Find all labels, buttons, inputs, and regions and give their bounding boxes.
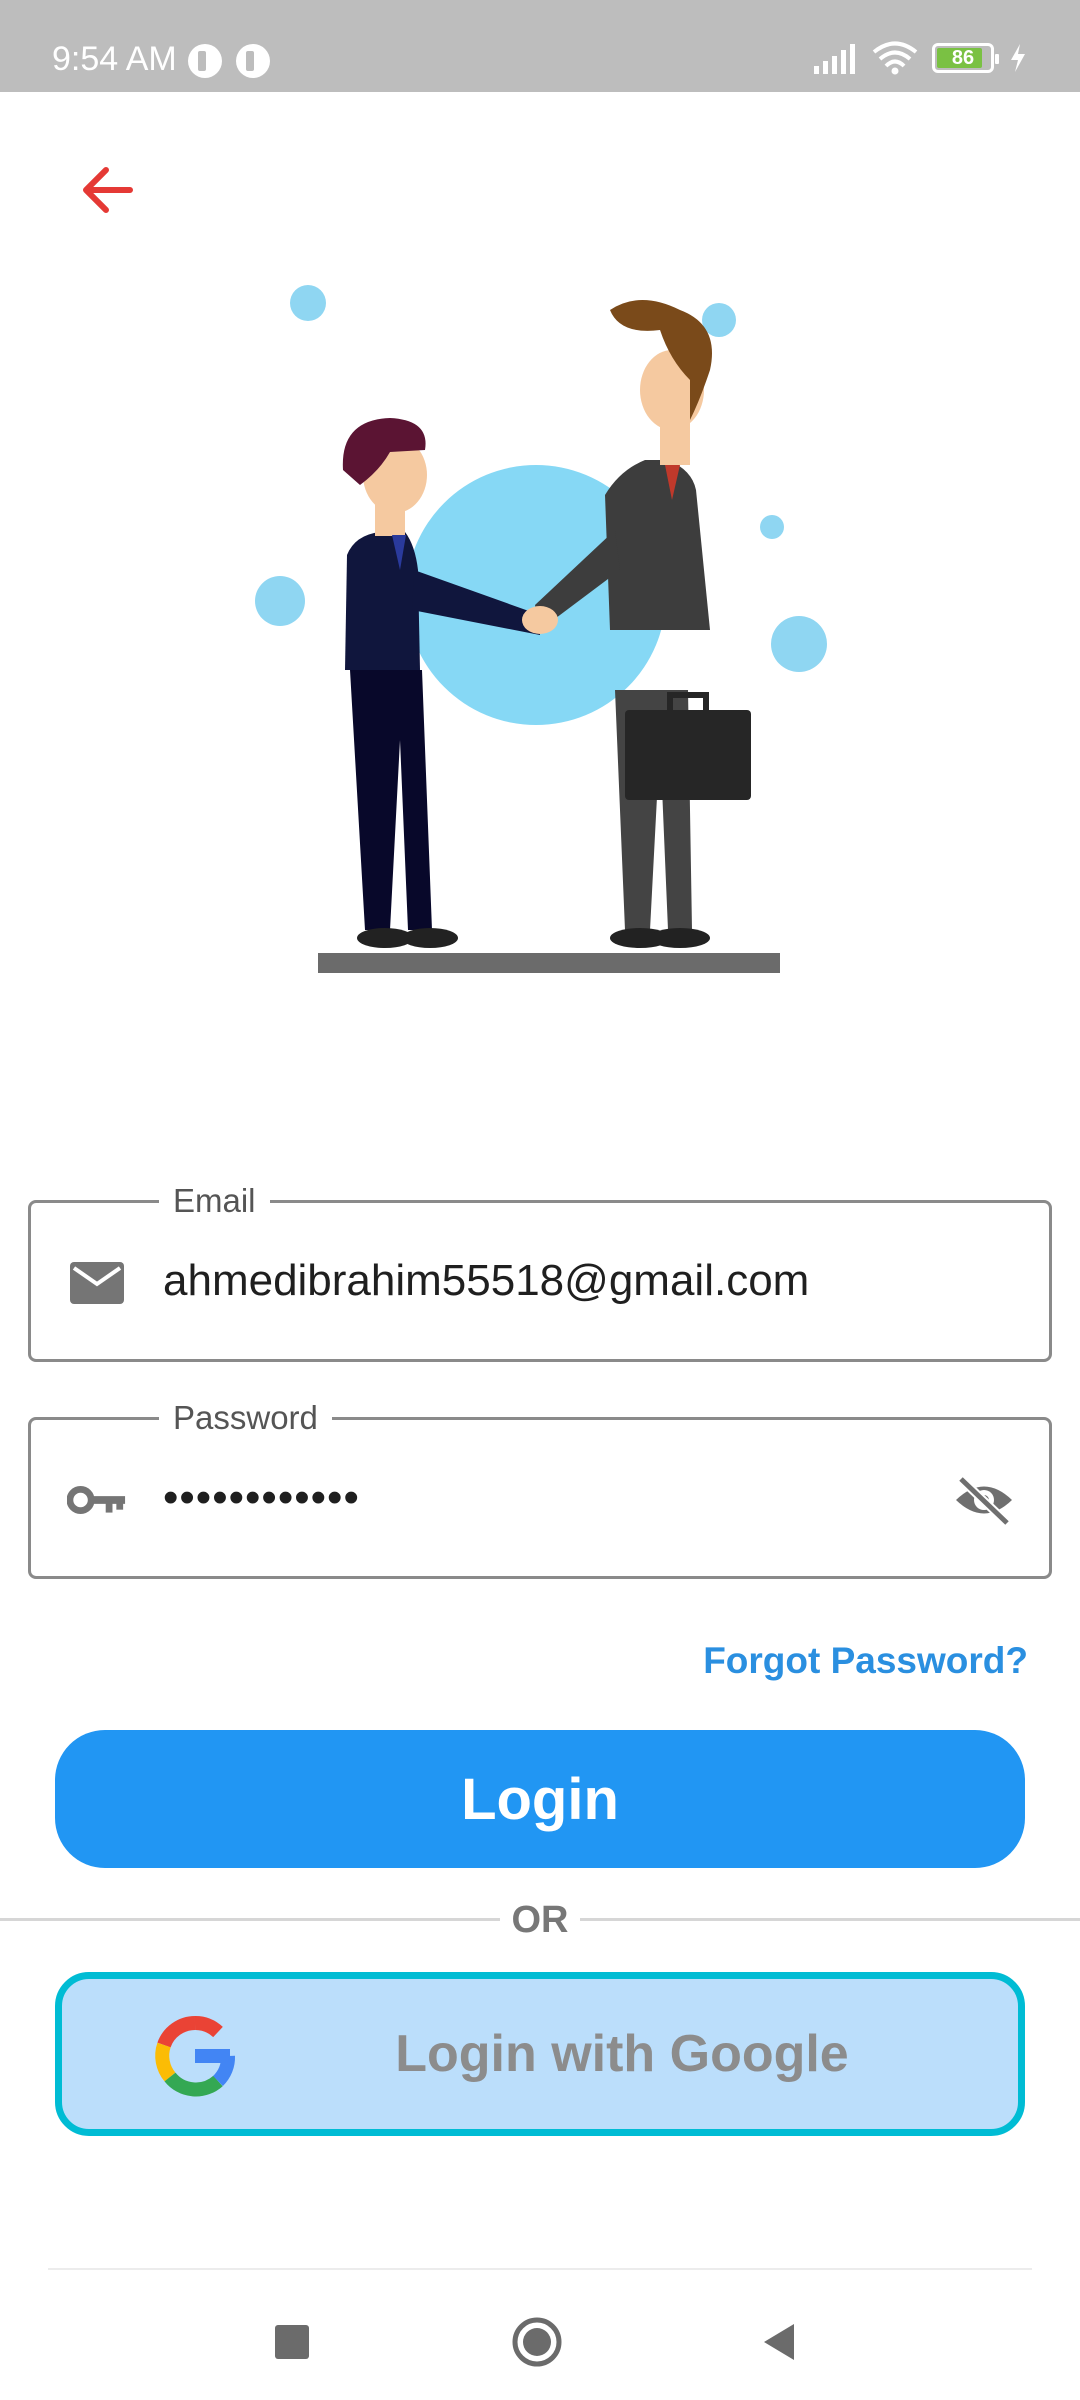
- google-login-label: Login with Google: [395, 2025, 849, 2083]
- nav-divider: [48, 2268, 1032, 2270]
- key-icon: [67, 1470, 127, 1530]
- recents-button[interactable]: [252, 2302, 332, 2382]
- or-divider: OR: [0, 1900, 1080, 1940]
- battery-level: 86: [951, 47, 975, 69]
- forgot-password-link[interactable]: Forgot Password?: [703, 1640, 1028, 1682]
- wifi-icon: [872, 41, 918, 75]
- signal-icon: [814, 44, 855, 74]
- triangle-back-icon: [764, 2324, 794, 2360]
- circle-icon: [512, 2317, 562, 2367]
- navigation-bar: [0, 2272, 1080, 2400]
- status-icons: 86: [812, 38, 1028, 78]
- notification-icon: [188, 44, 222, 78]
- eye-off-icon[interactable]: [949, 1468, 1019, 1532]
- square-icon: [275, 2325, 309, 2359]
- google-login-button[interactable]: Login with Google: [55, 1972, 1025, 2136]
- password-input[interactable]: ••••••••••••: [163, 1468, 360, 1528]
- divider-line: [580, 1918, 1080, 1921]
- email-label: Email: [159, 1181, 270, 1221]
- back-button[interactable]: [72, 155, 142, 225]
- charging-icon: [1011, 44, 1025, 72]
- back-nav-button[interactable]: [738, 2302, 818, 2382]
- divider-line: [0, 1918, 500, 1921]
- or-label: OR: [500, 1900, 580, 1940]
- password-field[interactable]: Password ••••••••••••: [28, 1398, 1052, 1579]
- password-label: Password: [159, 1398, 332, 1438]
- mail-icon: [67, 1253, 127, 1313]
- status-bar: 9:54 AM 86: [0, 0, 1080, 92]
- home-button[interactable]: [497, 2302, 577, 2382]
- arrow-left-icon: [83, 167, 133, 213]
- google-logo-icon: [155, 2016, 235, 2097]
- battery-tip: [995, 54, 999, 64]
- email-input[interactable]: ahmedibrahim55518@gmail.com: [163, 1251, 809, 1311]
- login-button[interactable]: Login: [55, 1730, 1025, 1868]
- handshake-illustration: [255, 285, 827, 973]
- status-time: 9:54 AM: [52, 40, 177, 78]
- battery-icon: 86: [932, 43, 999, 73]
- notification-icon: [236, 44, 270, 78]
- email-field[interactable]: Email ahmedibrahim55518@gmail.com: [28, 1181, 1052, 1362]
